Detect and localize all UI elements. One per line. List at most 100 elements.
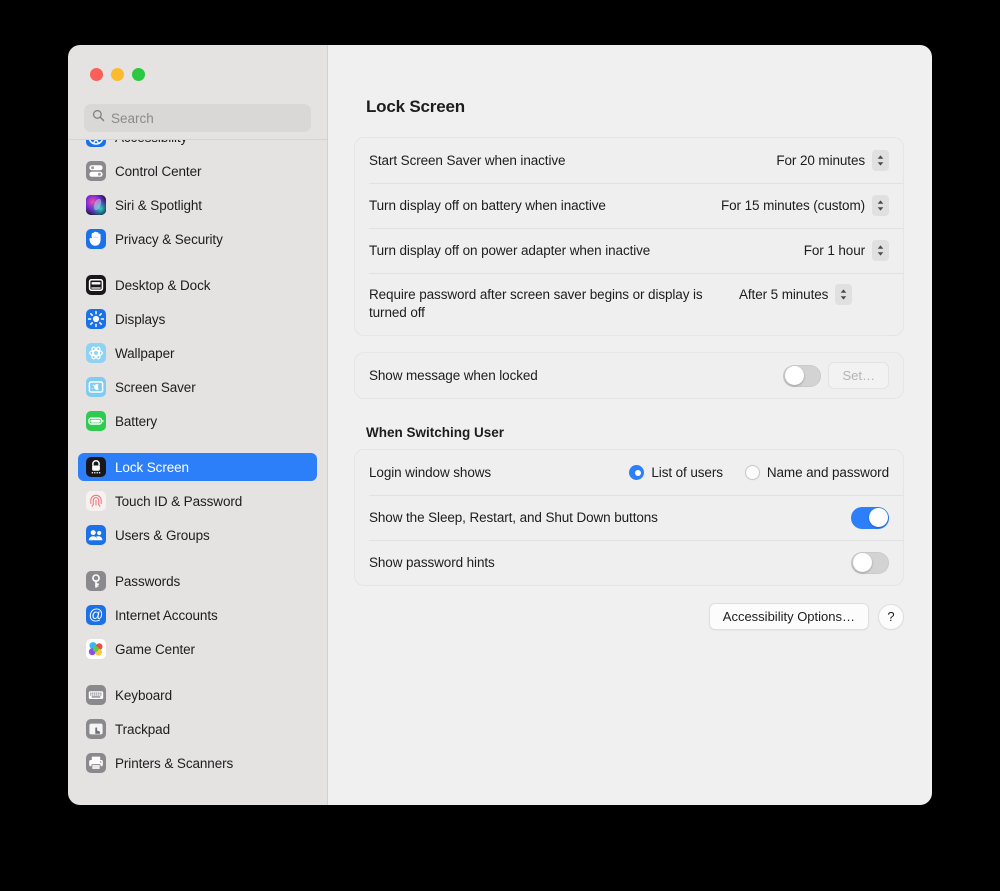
sidebar-item-label: Game Center [115, 641, 195, 657]
main-content: Lock Screen Start Screen Saver when inac… [328, 45, 932, 805]
sidebar-item-label: Lock Screen [115, 459, 189, 475]
section-title-switching-user: When Switching User [366, 425, 505, 440]
row-show-password-hints: Show password hints [355, 540, 903, 585]
sidebar-scroll-area[interactable]: Accessibility Control Center Siri & Spotli… [68, 139, 327, 805]
keyboard-icon [86, 685, 106, 705]
sidebar-group: Lock Screen Touch ID & Password Users & Gr… [78, 453, 317, 567]
radio-list-of-users[interactable]: List of users [629, 465, 723, 480]
show-message-toggle[interactable] [783, 364, 822, 387]
row-label: Turn display off on power adapter when i… [369, 242, 651, 258]
popup-value: After 5 minutes [739, 287, 829, 302]
sidebar-item-label: Privacy & Security [115, 231, 223, 247]
sidebar-item-printers-scanners[interactable]: Printers & Scanners [78, 749, 317, 777]
sidebar-item-wallpaper[interactable]: Wallpaper [78, 339, 317, 367]
sidebar-top-divider [68, 139, 327, 140]
sidebar-item-label: Passwords [115, 573, 181, 589]
sidebar-item-label: Desktop & Dock [115, 277, 211, 293]
sidebar-item-battery[interactable]: Battery [78, 407, 317, 435]
popup-value: For 15 minutes (custom) [721, 198, 865, 213]
minimize-button[interactable] [111, 68, 124, 81]
sidebar-item-touch-id-password[interactable]: Touch ID & Password [78, 487, 317, 515]
sidebar-item-lock-screen[interactable]: Lock Screen [78, 453, 317, 481]
sidebar-item-privacy-security[interactable]: Privacy & Security [78, 225, 317, 253]
close-button[interactable] [90, 68, 103, 81]
page-title: Lock Screen [366, 97, 465, 116]
sidebar-item-label: Trackpad [115, 721, 170, 737]
radio-dot [744, 465, 760, 480]
sidebar-item-label: Battery [115, 413, 158, 429]
row-start-screen-saver: Start Screen Saver when inactive For 20 … [355, 138, 903, 183]
row-require-password: Require password after screen saver begi… [355, 273, 903, 335]
search-input[interactable] [111, 110, 303, 126]
login-window-radio-group: List of users Name and password [629, 465, 889, 480]
sidebar-item-screen-saver[interactable]: Screen Saver [78, 373, 317, 401]
touch-id-icon [86, 491, 106, 511]
radio-name-and-password[interactable]: Name and password [744, 465, 889, 480]
sleep-restart-shutdown-toggle[interactable] [851, 506, 889, 529]
set-message-button[interactable]: Set… [828, 362, 889, 389]
users-groups-icon [86, 525, 106, 545]
row-label: Login window shows [369, 464, 492, 480]
sidebar-item-label: Printers & Scanners [115, 755, 234, 771]
sidebar-item-accessibility[interactable]: Accessibility [78, 139, 317, 151]
row-label: Turn display off on battery when inactiv… [369, 197, 606, 213]
start-screen-saver-popup[interactable]: For 20 minutes [776, 150, 889, 171]
row-label: Show message when locked [369, 367, 538, 383]
sidebar-item-control-center[interactable]: Control Center [78, 157, 317, 185]
screen-saver-icon [86, 377, 106, 397]
sidebar-item-desktop-dock[interactable]: Desktop & Dock [78, 271, 317, 299]
window-controls [68, 45, 327, 95]
sidebar-item-list: Accessibility Control Center Siri & Spotli… [78, 139, 317, 795]
sidebar-group: Desktop & Dock Displays Wallpaper Screen Sa… [78, 271, 317, 453]
footer-actions: Accessibility Options… ? [354, 603, 904, 630]
sidebar-item-label: Displays [115, 311, 166, 327]
search-box[interactable] [84, 104, 311, 132]
search-icon [92, 109, 105, 127]
require-password-popup[interactable]: After 5 minutes [739, 284, 853, 305]
sidebar-item-siri-spotlight[interactable]: Siri & Spotlight [78, 191, 317, 219]
game-center-icon [86, 639, 106, 659]
passwords-icon [86, 571, 106, 591]
sidebar-item-displays[interactable]: Displays [78, 305, 317, 333]
sidebar-item-internet-accounts[interactable]: @ Internet Accounts [78, 601, 317, 629]
accessibility-options-button[interactable]: Accessibility Options… [708, 603, 869, 630]
row-label: Start Screen Saver when inactive [369, 152, 566, 168]
display-off-power-adapter-popup[interactable]: For 1 hour [804, 240, 889, 261]
popup-value: For 20 minutes [776, 153, 865, 168]
switching-user-card: Login window shows List of users Name an… [354, 449, 904, 586]
password-hints-toggle[interactable] [851, 551, 889, 574]
screen-saver-settings-card: Start Screen Saver when inactive For 20 … [354, 137, 904, 336]
sidebar-item-label: Screen Saver [115, 379, 196, 395]
sidebar-group: Passwords @ Internet Accounts Game Center [78, 567, 317, 681]
sidebar-item-label: Control Center [115, 163, 202, 179]
row-show-message-when-locked: Show message when locked Set… [355, 353, 903, 398]
siri-icon [86, 195, 106, 215]
row-sleep-restart-shutdown: Show the Sleep, Restart, and Shut Down b… [355, 495, 903, 540]
radio-dot [629, 465, 645, 480]
sidebar-item-users-groups[interactable]: Users & Groups [78, 521, 317, 549]
lock-message-card: Show message when locked Set… [354, 352, 904, 399]
row-login-window-shows: Login window shows List of users Name an… [355, 450, 903, 495]
sidebar-item-trackpad[interactable]: Trackpad [78, 715, 317, 743]
displays-icon [86, 309, 106, 329]
internet-accounts-icon: @ [86, 605, 106, 625]
row-label: Show password hints [369, 554, 495, 570]
chevron-updown-icon [872, 150, 889, 171]
control-center-icon [86, 161, 106, 181]
chevron-updown-icon [835, 284, 853, 305]
help-button[interactable]: ? [878, 603, 904, 630]
chevron-updown-icon [872, 240, 889, 261]
display-off-battery-popup[interactable]: For 15 minutes (custom) [721, 195, 889, 216]
system-settings-window: Accessibility Control Center Siri & Spotli… [68, 45, 932, 805]
sidebar-item-label: Keyboard [115, 687, 172, 703]
zoom-button[interactable] [132, 68, 145, 81]
sidebar-group: Accessibility Control Center Siri & Spotli… [78, 139, 317, 271]
sidebar-item-label: Wallpaper [115, 345, 175, 361]
row-label: Require password after screen saver begi… [369, 287, 703, 320]
sidebar-item-label: Touch ID & Password [115, 493, 243, 509]
sidebar-item-keyboard[interactable]: Keyboard [78, 681, 317, 709]
sidebar: Accessibility Control Center Siri & Spotli… [68, 45, 328, 805]
sidebar-item-label: Users & Groups [115, 527, 210, 543]
sidebar-item-passwords[interactable]: Passwords [78, 567, 317, 595]
sidebar-item-game-center[interactable]: Game Center [78, 635, 317, 663]
